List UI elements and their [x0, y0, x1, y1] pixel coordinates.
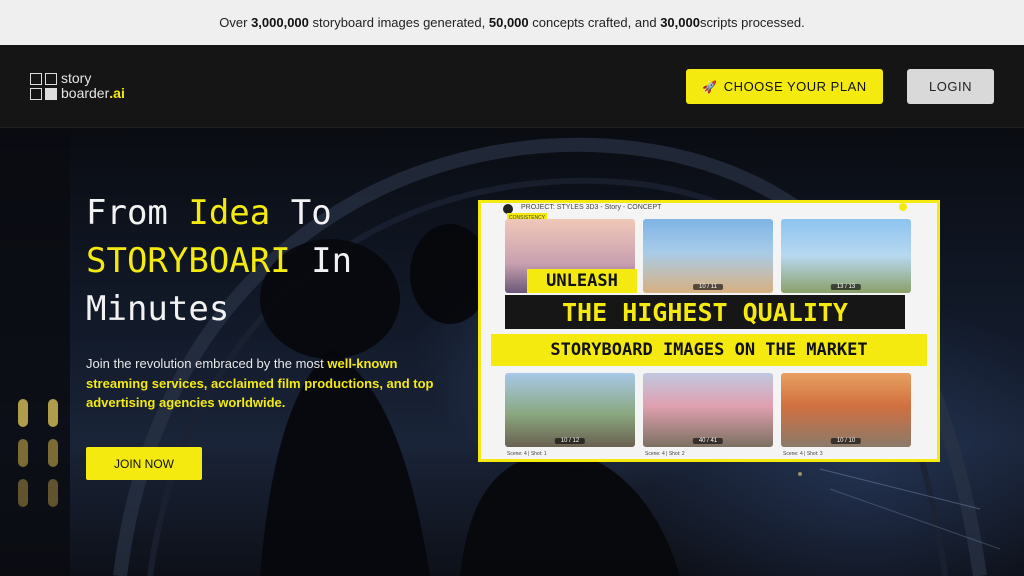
logo-ai: .ai — [109, 85, 125, 101]
yellow-dot-icon — [899, 203, 907, 211]
promo-image: PROJECT: STYLES 3D3 - Story - CONCEPT CO… — [478, 200, 940, 462]
concepts-count: 50,000 — [488, 15, 529, 30]
choose-plan-button[interactable]: 🚀 CHOOSE YOUR PLAN — [686, 69, 883, 104]
logo-line-2: boarder — [61, 85, 110, 101]
scene-label: Scene: 4 | Shot: 3 — [783, 451, 823, 457]
scripts-count: 30,000 — [660, 15, 700, 30]
shot-counter: 40 / 41 — [692, 438, 724, 444]
navbar: story boarder.ai 🚀 CHOOSE YOUR PLAN LOGI… — [0, 45, 1024, 128]
storyboard-thumb-top-3: 13 / 13 — [781, 219, 911, 293]
title-part-3: In — [290, 241, 353, 281]
shot-counter: 10 / 10 — [830, 438, 862, 444]
storyboard-thumb-bottom-3: 10 / 10 — [781, 373, 911, 447]
announcement-bar: Over 3,000,000 storyboard images generat… — [0, 0, 1024, 45]
logo-text: story boarder.ai — [61, 71, 125, 101]
desc-part-1: Join the revolution embraced by the most — [86, 356, 328, 371]
shot-counter: 13 / 13 — [830, 284, 862, 290]
scene-label: Scene: 4 | Shot: 1 — [507, 451, 547, 457]
login-button[interactable]: LOGIN — [907, 69, 994, 104]
announcement-prefix: Over — [219, 15, 248, 30]
title-highlight-storyboard: STORYBOARI — [86, 241, 291, 281]
choose-plan-label: CHOOSE YOUR PLAN — [723, 79, 867, 94]
title-highlight-idea: Idea — [188, 193, 271, 233]
hero-title: From Idea To STORYBOARI In Minutes — [86, 189, 466, 333]
title-part-1: From — [86, 193, 189, 233]
storyboard-thumb-bottom-2: 40 / 41 — [643, 373, 773, 447]
project-title: PROJECT: STYLES 3D3 - Story - CONCEPT — [521, 204, 662, 211]
promo-line-unleash: UNLEASH — [527, 269, 637, 293]
join-now-label: JOIN NOW — [114, 456, 174, 471]
promo-header: PROJECT: STYLES 3D3 - Story - CONCEPT CO… — [481, 203, 937, 223]
title-part-4: Minutes — [86, 289, 230, 329]
scene-label: Scene: 4 | Shot: 2 — [645, 451, 685, 457]
join-now-button[interactable]: JOIN NOW — [86, 447, 202, 480]
hero-section: From Idea To STORYBOARI In Minutes Join … — [0, 129, 1024, 576]
hero-description: Join the revolution embraced by the most… — [86, 354, 446, 413]
promo-line-storyboard-images: STORYBOARD IMAGES ON THE MARKET — [491, 334, 927, 366]
shot-counter: 10 / 12 — [554, 438, 586, 444]
login-label: LOGIN — [929, 79, 972, 94]
logo[interactable]: story boarder.ai — [30, 71, 125, 101]
images-count: 3,000,000 — [251, 15, 309, 30]
images-text: storyboard images generated, — [312, 15, 486, 30]
concepts-text: concepts crafted, and — [532, 15, 657, 30]
title-part-2: To — [270, 193, 332, 233]
logo-grid-icon — [30, 72, 57, 100]
scripts-text: scripts processed. — [699, 15, 805, 30]
storyboard-thumb-bottom-1: 10 / 12 — [505, 373, 635, 447]
storyboard-thumb-top-2: 10 / 11 — [643, 219, 773, 293]
rocket-icon: 🚀 — [702, 79, 718, 94]
promo-line-highest-quality: THE HIGHEST QUALITY — [505, 295, 905, 329]
logo-line-1: story — [61, 70, 92, 86]
shot-counter: 10 / 11 — [693, 284, 723, 290]
